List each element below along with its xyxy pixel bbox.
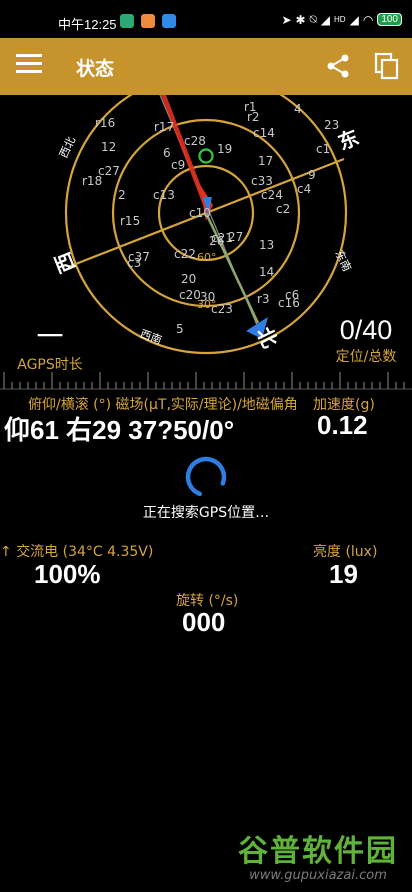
notification-app-icon bbox=[162, 14, 176, 28]
location-icon: ➤ bbox=[281, 12, 292, 27]
satellite-label: c23 bbox=[211, 302, 233, 316]
mute-icon: ⍉ bbox=[309, 12, 317, 26]
bluetooth-icon: ✱ bbox=[295, 12, 306, 27]
battery-icon: 100 bbox=[377, 13, 402, 26]
satellite-label: 20 bbox=[181, 272, 196, 286]
satellite-label: c28 bbox=[184, 134, 206, 148]
page-title: 状态 bbox=[76, 58, 115, 80]
brightness-value: 19 bbox=[329, 559, 358, 589]
satellite-label: c3 bbox=[127, 256, 141, 270]
wifi-icon: ◠ bbox=[362, 12, 374, 27]
satellite-label: 27 bbox=[228, 230, 243, 244]
brightness-label: 亮度 (lux) bbox=[313, 544, 378, 560]
satellite-label: r3 bbox=[257, 292, 270, 306]
power-label: ↑ 交流电 (34°C 4.35V) bbox=[0, 541, 153, 561]
rotation-value: 000 bbox=[182, 607, 226, 637]
satellite-label: c16 bbox=[278, 296, 300, 310]
power-value: 100% bbox=[34, 559, 101, 589]
satellite-label: r18 bbox=[82, 174, 102, 188]
signal-icon: ◢ bbox=[320, 12, 331, 27]
satellite-label: 17 bbox=[258, 154, 273, 168]
satellite-label: c33 bbox=[251, 174, 273, 188]
satellite-label: c13 bbox=[153, 188, 175, 202]
watermark-title: 谷普软件园 bbox=[238, 834, 398, 869]
notification-app-icon bbox=[120, 14, 134, 28]
satellite-label: c9 bbox=[171, 158, 185, 172]
satellite-label: r17 bbox=[154, 120, 174, 134]
position-label: 定位/总数 bbox=[335, 349, 397, 365]
notification-app-icon bbox=[141, 14, 155, 28]
horizon-ring bbox=[64, 95, 348, 355]
direction-southeast: 东南 bbox=[332, 248, 353, 273]
signal-icon-2: ◢ bbox=[349, 12, 359, 27]
charging-arrow-icon: ↑ bbox=[0, 544, 12, 560]
satellite-label: 4 bbox=[294, 102, 302, 116]
satellite-label: c22 bbox=[174, 247, 196, 261]
power-label-text: 交流电 (34°C 4.35V) bbox=[16, 544, 154, 560]
satellite-label: 2 bbox=[118, 188, 126, 202]
satellite-label: r2 bbox=[247, 110, 260, 124]
position-stat: 0/40 定位/总数 bbox=[328, 315, 404, 366]
satellite-label: r16 bbox=[95, 116, 115, 130]
loading-spinner-icon bbox=[185, 456, 227, 498]
heading-tick-strip bbox=[0, 372, 412, 390]
satellite-label: c1 bbox=[316, 142, 330, 156]
agps-stat: 一 AGPS时长 bbox=[10, 315, 90, 374]
satellite-label: 30 bbox=[200, 290, 215, 304]
satellite-label: c10 bbox=[189, 206, 211, 220]
system-status-icons: ➤ ✱ ⍉ ◢ HD ◢ ◠ 100 bbox=[281, 12, 402, 27]
satellite-label: c24 bbox=[261, 188, 283, 202]
satellite-label: 19 bbox=[217, 142, 232, 156]
searching-status: 正在搜索GPS位置… bbox=[142, 505, 270, 521]
elevation-label-60: 60° bbox=[197, 251, 217, 264]
clock: 中午12:25 bbox=[58, 17, 117, 32]
watermark-url: www.gupuxiazai.com bbox=[249, 868, 387, 883]
status-bar: 中午12:25 ➤ ✱ ⍉ ◢ HD ◢ ◠ 100 bbox=[0, 0, 412, 38]
satellite-label: 23 bbox=[324, 118, 339, 132]
menu-icon[interactable] bbox=[16, 54, 42, 78]
direction-southwest: 西南 bbox=[138, 327, 163, 347]
direction-west: 西 bbox=[50, 249, 80, 277]
satellite-markers: r1 r2 4 23 r16 12 r17 c28 19 c14 c1 6 c9… bbox=[82, 100, 339, 336]
satellite-label: c4 bbox=[297, 182, 311, 196]
satellite-label: c2 bbox=[276, 202, 290, 216]
copy-icon[interactable] bbox=[374, 52, 400, 80]
site-watermark: 谷普软件园 www.gupuxiazai.com bbox=[226, 826, 410, 888]
satellite-label: 9 bbox=[308, 168, 316, 182]
share-icon[interactable] bbox=[324, 52, 352, 80]
satellite-label: r15 bbox=[120, 214, 140, 228]
satellite-label: 5 bbox=[176, 322, 184, 336]
satellite-label: 13 bbox=[259, 238, 274, 252]
satellite-label: 6 bbox=[163, 146, 171, 160]
satellite-label: c20 bbox=[179, 288, 201, 302]
orientation-value: 仰61 右29 37?50/0° bbox=[4, 415, 235, 445]
hd-tag: HD bbox=[334, 15, 346, 24]
direction-northwest: 西北 bbox=[57, 135, 78, 160]
agps-value: 一 bbox=[36, 322, 64, 352]
satellite-label: 26 bbox=[209, 234, 224, 248]
gps-fix-marker bbox=[198, 148, 214, 164]
satellite-label: 14 bbox=[259, 265, 274, 279]
position-value: 0/40 bbox=[339, 315, 393, 345]
acceleration-value: 0.12 bbox=[317, 410, 368, 440]
app-bar: 状态 bbox=[0, 38, 412, 95]
satellite-label: 12 bbox=[101, 140, 116, 154]
satellite-label: c14 bbox=[253, 126, 275, 140]
